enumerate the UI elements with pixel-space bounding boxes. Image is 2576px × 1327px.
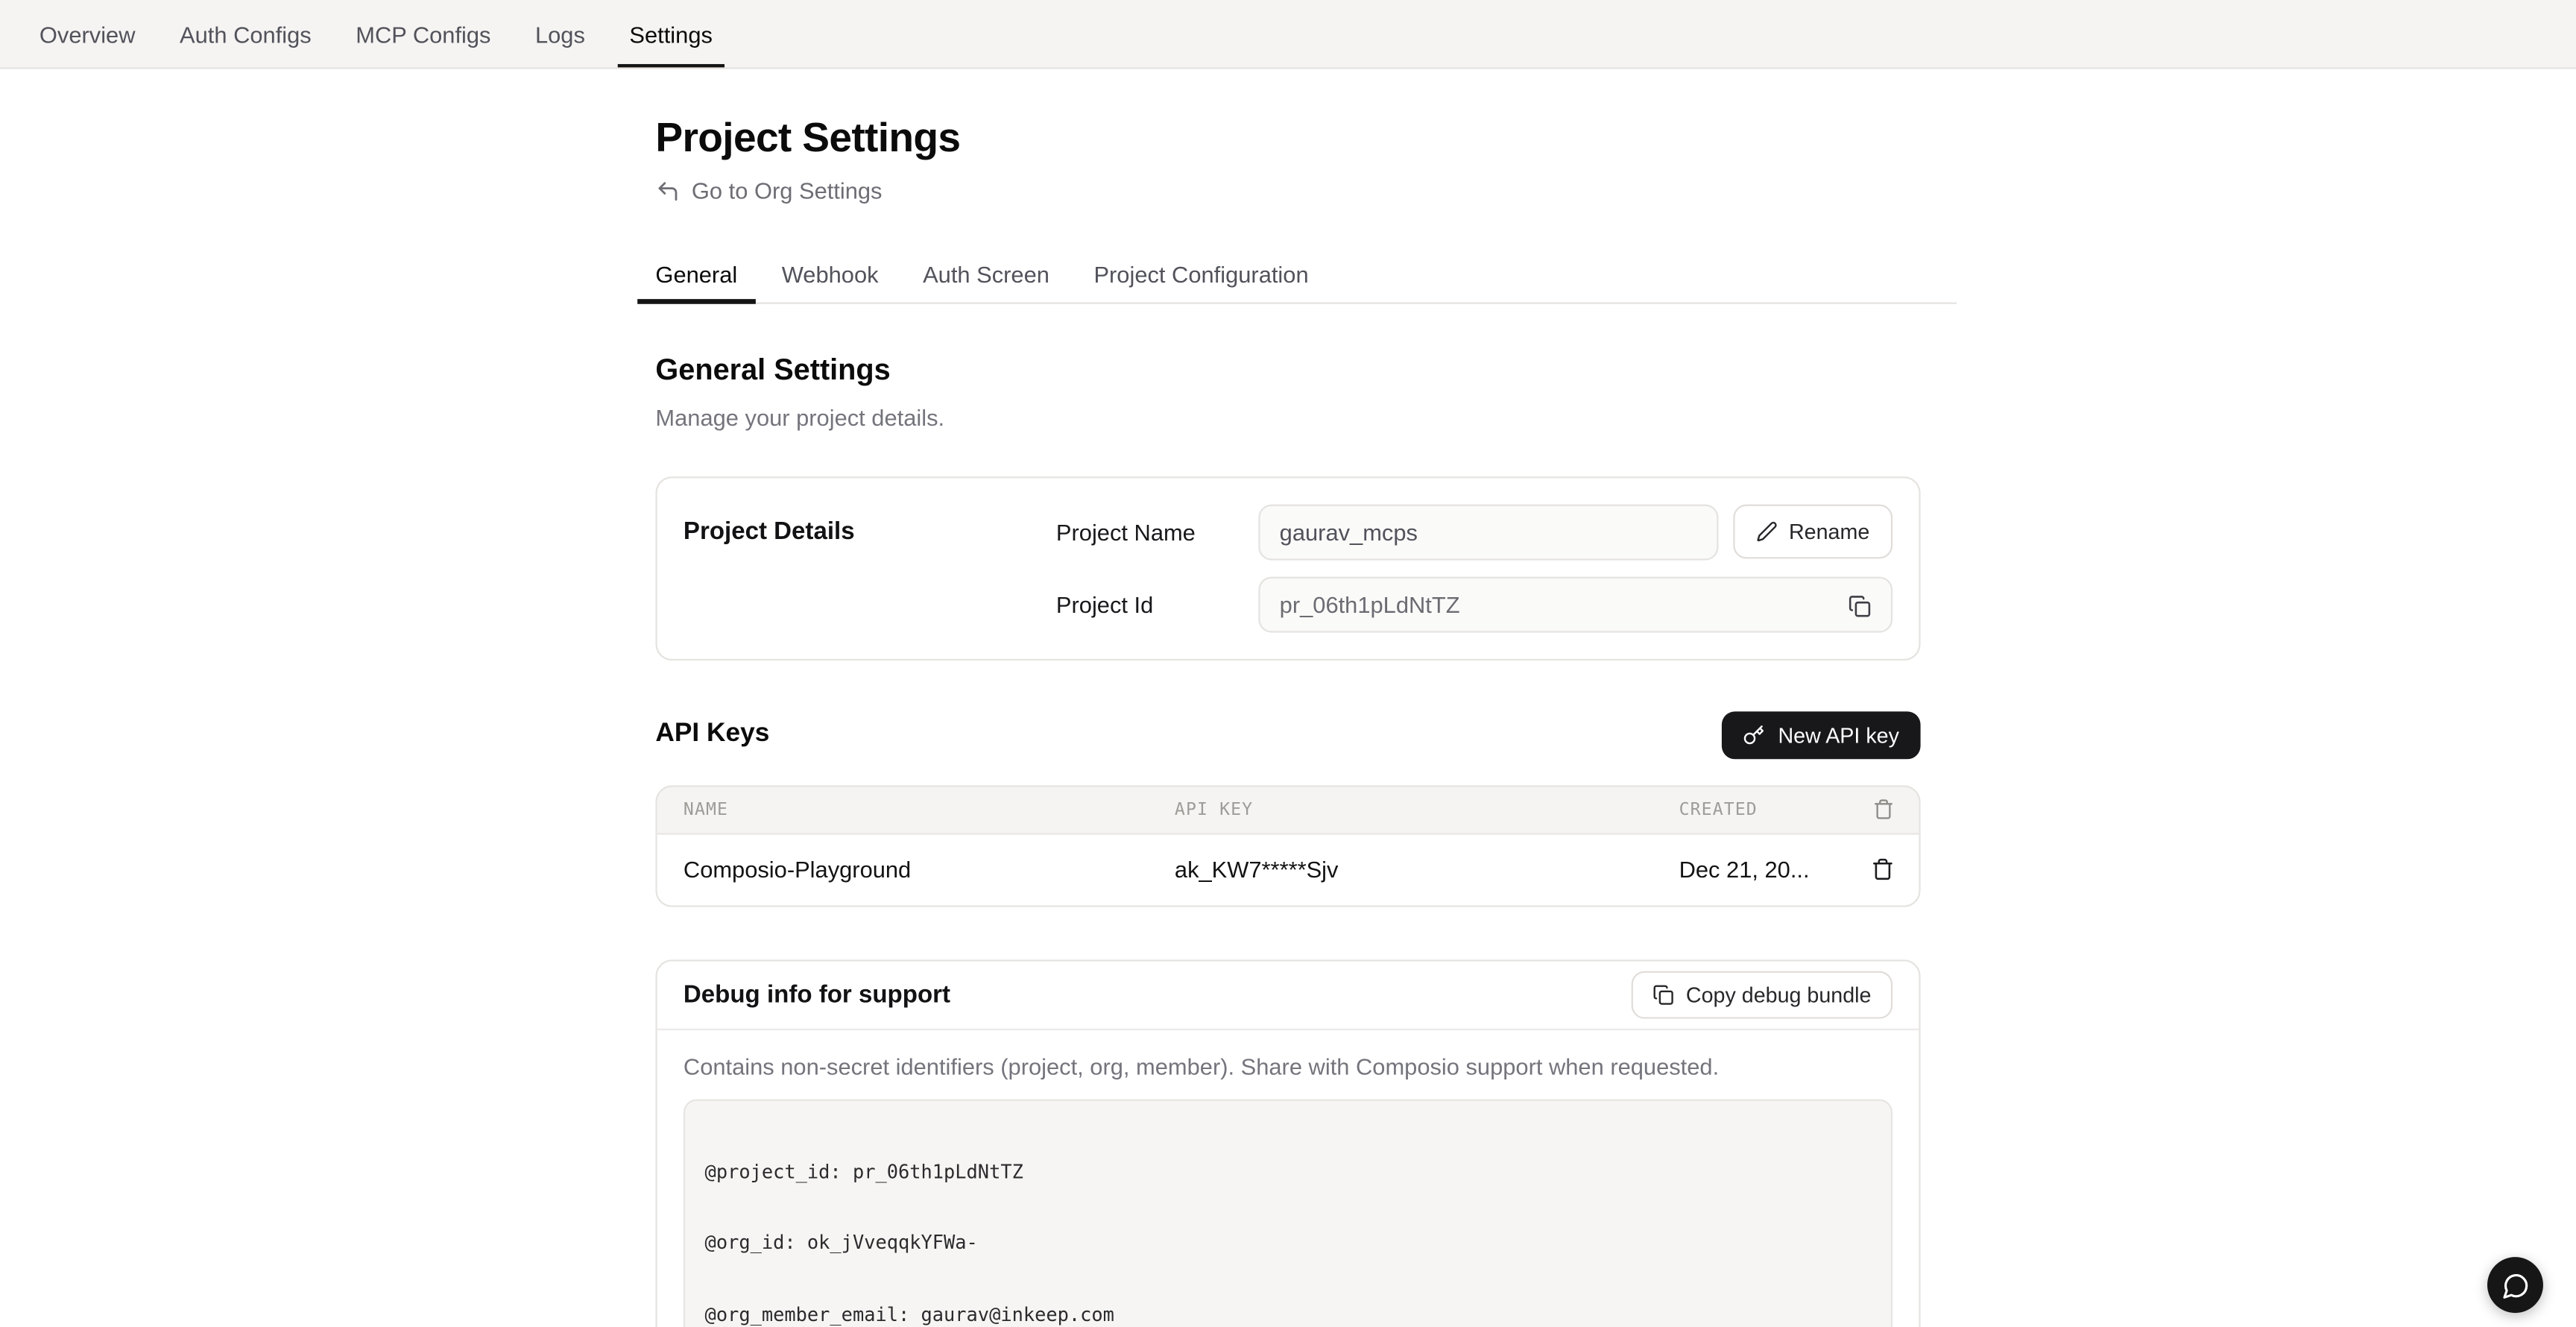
tab-project-configuration[interactable]: Project Configuration (1076, 252, 1327, 301)
tab-webhook[interactable]: Webhook (763, 252, 896, 301)
new-api-key-button[interactable]: New API key (1723, 710, 1921, 758)
api-key-name-cell: Composio-Playground (684, 856, 1175, 882)
trash-icon (1873, 798, 1895, 820)
app-root: Overview Auth Configs MCP Configs Logs S… (0, 0, 2576, 1327)
rename-button[interactable]: Rename (1733, 505, 1892, 559)
tab-general[interactable]: General (637, 252, 755, 301)
code-line: @org_id: ok_jVveqqkYFWa- (705, 1231, 1872, 1255)
copy-icon (1849, 594, 1875, 617)
project-id-field: pr_06th1pLdNtTZ (1258, 576, 1892, 632)
tab-auth-screen[interactable]: Auth Screen (905, 252, 1067, 301)
api-keys-heading: API Keys (655, 719, 769, 749)
debug-info-card: Debug info for support Copy debug bundle… (655, 959, 1920, 1327)
corner-up-left-icon (655, 178, 680, 203)
project-id-label: Project Id (1056, 590, 1258, 617)
column-header-name: NAME (684, 799, 1175, 819)
trash-icon (1871, 858, 1894, 881)
project-name-input[interactable] (1258, 504, 1718, 560)
project-id-value: pr_06th1pLdNtTZ (1280, 590, 1460, 617)
nav-item-mcp-configs[interactable]: MCP Configs (356, 0, 490, 67)
key-icon (1743, 724, 1765, 746)
chat-support-button[interactable] (2487, 1257, 2543, 1313)
copy-debug-bundle-label: Copy debug bundle (1686, 982, 1872, 1006)
debug-description: Contains non-secret identifiers (project… (684, 1053, 1892, 1079)
nav-item-overview[interactable]: Overview (40, 0, 136, 67)
code-line: @org_member_email: gaurav@inkeep.com (705, 1302, 1872, 1326)
project-name-label: Project Name (1056, 518, 1258, 544)
nav-item-settings[interactable]: Settings (629, 0, 713, 67)
copy-debug-bundle-button[interactable]: Copy debug bundle (1632, 971, 1892, 1018)
column-header-created: CREATED (1679, 799, 1855, 819)
go-to-org-settings-label: Go to Org Settings (692, 177, 883, 204)
copy-icon (1653, 983, 1675, 1005)
project-details-title: Project Details (684, 517, 1056, 544)
table-row: Composio-Playground ak_KW7*****Sjv Dec 2… (657, 834, 1919, 905)
pencil-icon (1756, 521, 1778, 543)
debug-bundle-code-block: @project_id: pr_06th1pLdNtTZ @org_id: ok… (684, 1098, 1892, 1327)
nav-item-auth-configs[interactable]: Auth Configs (180, 0, 312, 67)
settings-tabs: General Webhook Auth Screen Project Conf… (637, 252, 1957, 303)
rename-button-label: Rename (1789, 519, 1869, 543)
main-content: Project Settings Go to Org Settings Gene… (655, 69, 1920, 1327)
api-keys-table-header: NAME API KEY CREATED (657, 787, 1919, 834)
page-title: Project Settings (655, 115, 1920, 161)
nav-item-logs[interactable]: Logs (535, 0, 585, 67)
debug-info-title: Debug info for support (684, 980, 950, 1008)
general-settings-description: Manage your project details. (655, 403, 1920, 429)
column-header-api-key: API KEY (1175, 799, 1679, 819)
project-details-card: Project Details Project Name Rename Proj… (655, 476, 1920, 660)
api-keys-table: NAME API KEY CREATED Composio-Playground… (655, 784, 1920, 906)
copy-project-id-button[interactable] (1849, 593, 1875, 619)
new-api-key-label: New API key (1778, 722, 1898, 747)
general-settings-heading: General Settings (655, 353, 1920, 387)
message-bubble-icon (2501, 1271, 2529, 1299)
api-key-value-cell: ak_KW7*****Sjv (1175, 856, 1679, 882)
top-nav: Overview Auth Configs MCP Configs Logs S… (0, 0, 2576, 69)
delete-api-key-button[interactable] (1871, 858, 1894, 881)
go-to-org-settings-link[interactable]: Go to Org Settings (655, 177, 882, 204)
code-line: @project_id: pr_06th1pLdNtTZ (705, 1159, 1872, 1183)
api-key-created-cell: Dec 21, 20... (1679, 856, 1855, 882)
